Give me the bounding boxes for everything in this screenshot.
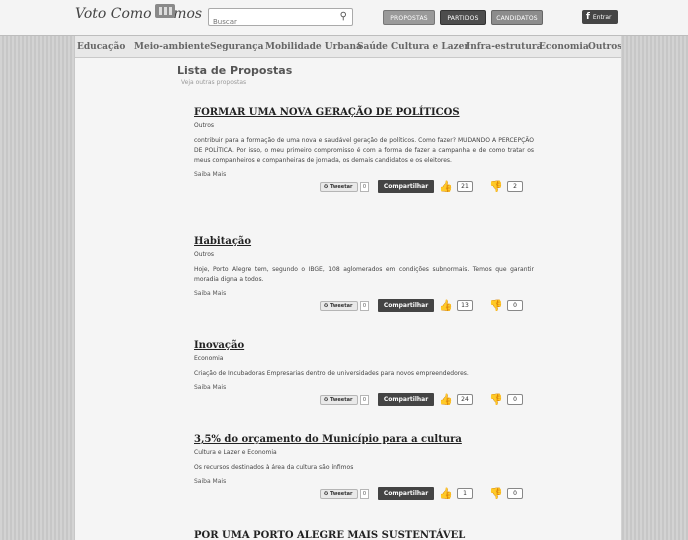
downvote-count: 2 — [507, 181, 523, 192]
category-educacao[interactable]: Educação — [77, 42, 125, 52]
proposal-category: Cultura e Lazer e Economia — [194, 449, 277, 456]
proposal-card: POR UMA PORTO ALEGRE MAIS SUSTENTÁVEL — [194, 530, 534, 540]
proposal-category: Economia — [194, 355, 224, 362]
share-button[interactable]: Compartilhar — [378, 180, 434, 193]
proposal-actions: ✪ Tweetar 0 Compartilhar 👍 1 👎 0 — [194, 487, 534, 503]
thumbs-down-icon[interactable]: 👎 — [489, 299, 503, 312]
tweet-button[interactable]: ✪ Tweetar — [320, 395, 358, 405]
login-label: Entrar — [592, 14, 612, 21]
thumbs-up-icon[interactable]: 👍 — [439, 299, 453, 312]
saiba-mais-link[interactable]: Saiba Mais — [194, 290, 534, 297]
logo-bubble-icon — [155, 4, 175, 18]
tweet-button[interactable]: ✪ Tweetar — [320, 301, 358, 311]
saiba-mais-link[interactable]: Saiba Mais — [194, 478, 534, 485]
tweet-label: Tweetar — [329, 397, 353, 403]
tweet-button[interactable]: ✪ Tweetar — [320, 182, 358, 192]
tweet-button[interactable]: ✪ Tweetar — [320, 489, 358, 499]
facebook-login-button[interactable]: f Entrar — [582, 10, 618, 24]
search-icon[interactable]: ⚲ — [340, 11, 347, 22]
proposal-title[interactable]: FORMAR UMA NOVA GERAÇÃO DE POLÍTICOS — [194, 107, 534, 118]
proposal-actions: ✪ Tweetar 0 Compartilhar 👍 21 👎 2 — [194, 180, 534, 196]
category-infra-estrutura[interactable]: Infra-estrutura — [466, 42, 542, 52]
upvote-count: 24 — [457, 394, 473, 405]
thumbs-up-icon[interactable]: 👍 — [439, 180, 453, 193]
nav-candidatos-button[interactable]: CANDIDATOS — [491, 10, 543, 25]
downvote-count: 0 — [507, 488, 523, 499]
tweet-count: 0 — [360, 489, 369, 499]
thumbs-down-icon[interactable]: 👎 — [489, 487, 503, 500]
thumbs-up-icon[interactable]: 👍 — [439, 487, 453, 500]
site-logo[interactable]: Voto Como Vamos — [75, 6, 202, 22]
category-economia[interactable]: Economia — [539, 42, 589, 52]
proposal-title[interactable]: Inovação — [194, 340, 534, 351]
share-button[interactable]: Compartilhar — [378, 299, 434, 312]
saiba-mais-link[interactable]: Saiba Mais — [194, 171, 534, 178]
category-mobilidade-urbana[interactable]: Mobilidade Urbana — [265, 42, 362, 52]
nav-propostas-button[interactable]: PROPOSTAS — [383, 10, 435, 25]
proposal-title[interactable]: Habitação — [194, 236, 534, 247]
upvote-count: 13 — [457, 300, 473, 311]
tweet-label: Tweetar — [329, 491, 353, 497]
search-box: ⚲ — [208, 8, 353, 30]
tweet-label: Tweetar — [329, 184, 353, 190]
proposal-description: contribuir para a formação de uma nova e… — [194, 137, 534, 164]
main-content: Lista de Propostas Veja outras propostas… — [75, 58, 621, 540]
proposal-card: Habitação Outros Hoje, Porto Alegre tem,… — [194, 236, 534, 315]
upvote-count: 21 — [457, 181, 473, 192]
proposal-actions: ✪ Tweetar 0 Compartilhar 👍 24 👎 0 — [194, 393, 534, 409]
proposal-card: 3,5% do orçamento do Município para a cu… — [194, 434, 534, 503]
top-bar: Voto Como Vamos ⚲ PROPOSTAS PARTIDOS CAN… — [0, 0, 688, 36]
downvote-count: 0 — [507, 394, 523, 405]
category-cultura-lazer[interactable]: Cultura e Lazer — [391, 42, 469, 52]
tweet-count: 0 — [360, 301, 369, 311]
thumbs-down-icon[interactable]: 👎 — [489, 180, 503, 193]
downvote-count: 0 — [507, 300, 523, 311]
proposal-actions: ✪ Tweetar 0 Compartilhar 👍 13 👎 0 — [194, 299, 534, 315]
proposal-description: Os recursos destinados à área da cultura… — [194, 464, 354, 471]
proposal-category: Outros — [194, 122, 215, 129]
category-saude[interactable]: Saúde — [357, 42, 388, 52]
page-subtitle[interactable]: Veja outras propostas — [181, 79, 246, 86]
thumbs-up-icon[interactable]: 👍 — [439, 393, 453, 406]
facebook-icon: f — [586, 12, 590, 22]
search-input[interactable] — [209, 14, 329, 30]
saiba-mais-link[interactable]: Saiba Mais — [194, 384, 534, 391]
upvote-count: 1 — [457, 488, 473, 499]
tweet-count: 0 — [360, 182, 369, 192]
share-button[interactable]: Compartilhar — [378, 487, 434, 500]
proposal-card: Inovação Economia Criação de Incubadoras… — [194, 340, 534, 409]
proposal-card: FORMAR UMA NOVA GERAÇÃO DE POLÍTICOS Out… — [194, 107, 534, 196]
nav-partidos-button[interactable]: PARTIDOS — [440, 10, 486, 25]
proposal-title[interactable]: POR UMA PORTO ALEGRE MAIS SUSTENTÁVEL — [194, 530, 534, 540]
tweet-label: Tweetar — [329, 303, 353, 309]
page-title: Lista de Propostas — [177, 64, 293, 77]
category-nav: Educação Meio-ambiente Segurança Mobilid… — [75, 36, 621, 58]
proposal-description: Criação de Incubadoras Empresarias dentr… — [194, 370, 469, 377]
share-button[interactable]: Compartilhar — [378, 393, 434, 406]
thumbs-down-icon[interactable]: 👎 — [489, 393, 503, 406]
proposal-category: Outros — [194, 251, 215, 258]
tweet-count: 0 — [360, 395, 369, 405]
category-seguranca[interactable]: Segurança — [210, 42, 264, 52]
proposal-title[interactable]: 3,5% do orçamento do Município para a cu… — [194, 434, 534, 445]
category-meio-ambiente[interactable]: Meio-ambiente — [134, 42, 210, 52]
proposal-description: Hoje, Porto Alegre tem, segundo o IBGE, … — [194, 266, 534, 283]
category-outros[interactable]: Outros — [588, 42, 621, 52]
